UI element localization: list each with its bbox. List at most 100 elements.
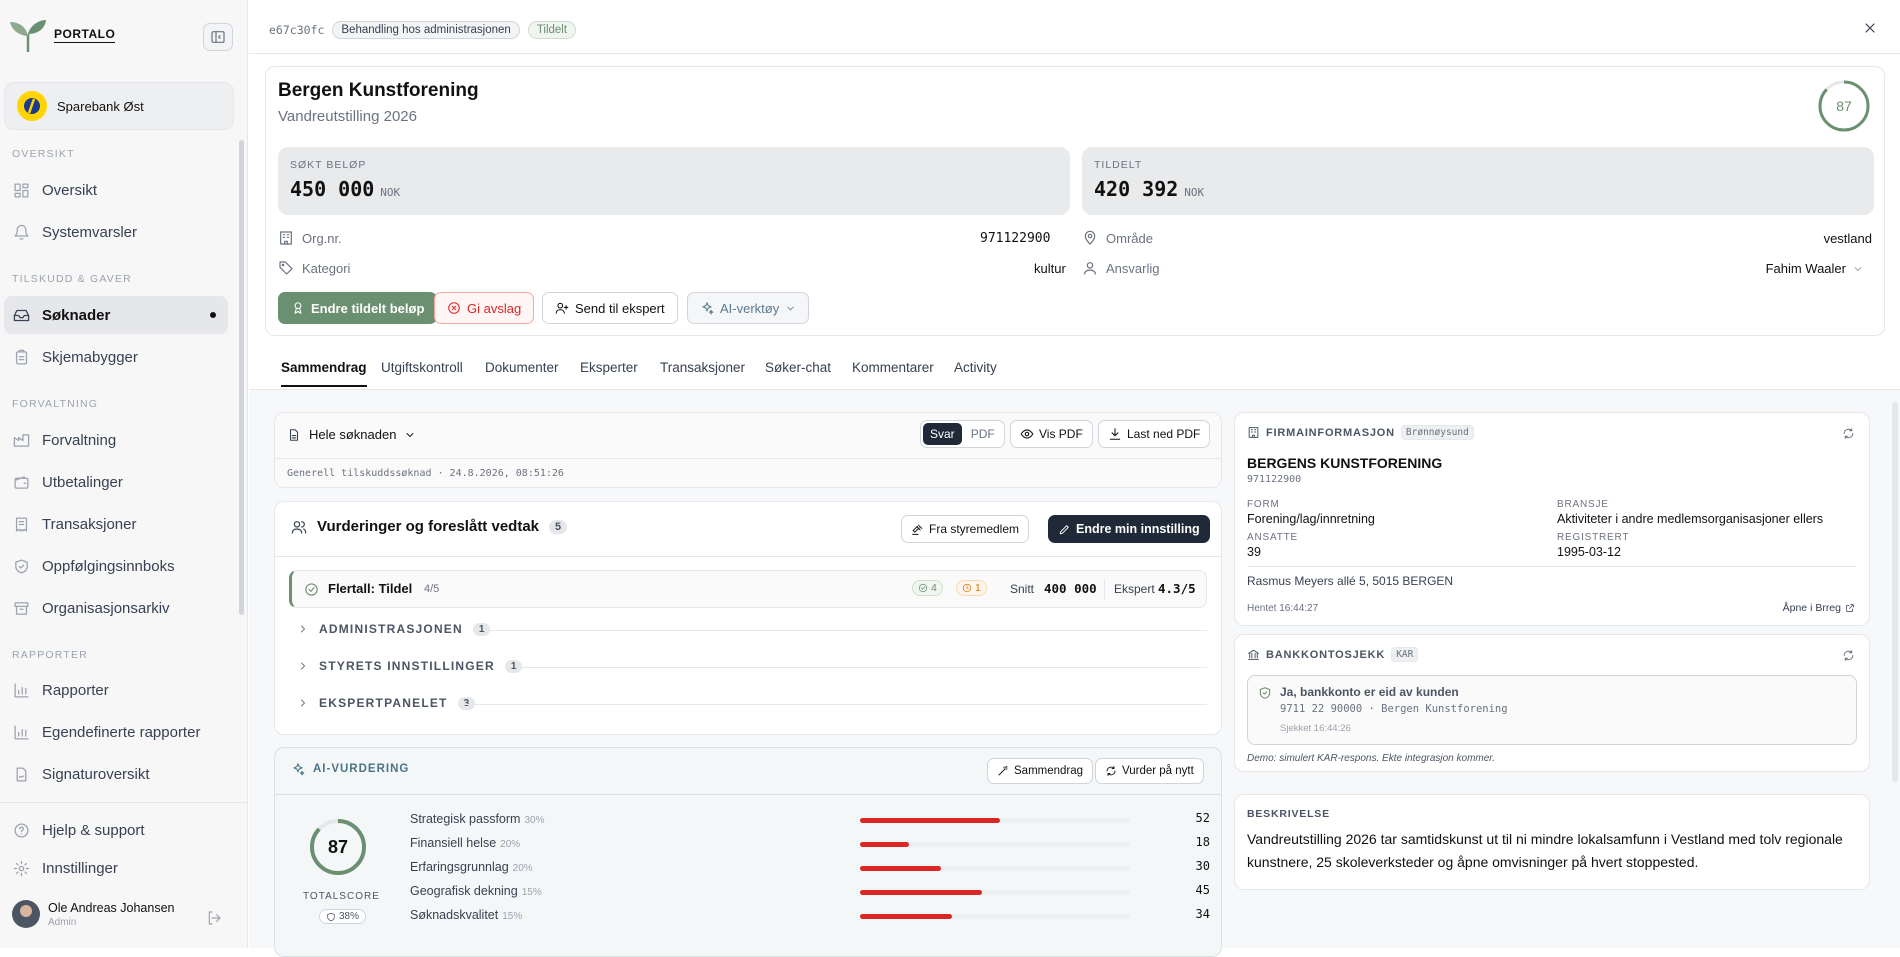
- download-pdf-button[interactable]: Last ned PDF: [1098, 420, 1211, 448]
- criterion-fill: [860, 842, 909, 847]
- sidebar-item-forvaltning[interactable]: Forvaltning: [4, 421, 228, 459]
- tab-activity[interactable]: Activity: [954, 360, 997, 375]
- criterion-value: 18: [1195, 835, 1210, 849]
- user-profile[interactable]: Ole Andreas Johansen Admin: [12, 900, 174, 928]
- inbox-icon: [13, 309, 30, 321]
- download-icon: [1109, 428, 1121, 440]
- content-scrollbar[interactable]: [1892, 402, 1898, 782]
- active-dot: [210, 312, 216, 318]
- section-ekspertpanelet[interactable]: EKSPERTPANELET 3: [297, 696, 476, 710]
- sidebar-item-label: Oversikt: [42, 181, 98, 199]
- change-amount-button[interactable]: Endre tildelt beløp: [278, 292, 438, 324]
- grid-icon: [14, 182, 29, 198]
- refresh-icon[interactable]: [1842, 649, 1855, 662]
- sidebar-item-label: Transaksjoner: [42, 515, 137, 533]
- from-board-member-button[interactable]: Fra styremedlem: [901, 515, 1030, 543]
- application-viewer: Hele søknaden Svar PDF Vis PDF Last ned …: [274, 412, 1222, 488]
- reject-button[interactable]: Gi avslag: [434, 292, 535, 324]
- mode-svar[interactable]: Svar: [923, 423, 962, 445]
- reassess-button[interactable]: Vurder på nytt: [1095, 758, 1204, 784]
- sidebar-item-signatur[interactable]: Signaturoversikt: [4, 755, 228, 793]
- criterion-name: Strategisk passform: [410, 812, 521, 826]
- source-badge: Brønnøysund: [1400, 425, 1474, 440]
- tab-dokumenter[interactable]: Dokumenter: [485, 360, 559, 375]
- sidebar-item-hjelp[interactable]: Hjelp & support: [4, 811, 228, 849]
- section-label: ADMINISTRASJONEN: [319, 622, 463, 636]
- sidebar-item-oppfolging[interactable]: Oppfølgingsinnboks: [4, 547, 228, 585]
- org-switcher[interactable]: Sparebank Øst: [4, 82, 234, 130]
- archive-icon: [14, 601, 29, 615]
- view-pdf-button[interactable]: Vis PDF: [1010, 420, 1093, 448]
- document-selector[interactable]: Hele søknaden: [287, 427, 416, 442]
- criterion-row: Søknadskvalitet 15% 34: [410, 907, 1210, 925]
- tab-utgiftskontroll[interactable]: Utgiftskontroll: [381, 360, 463, 375]
- sidebar-item-label: Utbetalinger: [42, 473, 123, 491]
- section-administrasjonen[interactable]: ADMINISTRASJONEN 1: [297, 622, 491, 636]
- link-label: Åpne i Brreg: [1782, 602, 1841, 614]
- clock-icon: [962, 583, 972, 593]
- change-my-recommendation-button[interactable]: Endre min innstilling: [1048, 515, 1210, 543]
- kategori-value: kultur: [1034, 261, 1066, 276]
- ansvarlig-select[interactable]: Fahim Waaler: [1766, 261, 1864, 276]
- company-address: Rasmus Meyers allé 5, 5015 BERGEN: [1247, 574, 1454, 588]
- omrade-row: Område: [1082, 230, 1153, 246]
- sidebar-item-innstillinger[interactable]: Innstillinger: [4, 849, 228, 887]
- sidebar-item-label: Forvaltning: [42, 431, 117, 449]
- sidebar-item-label: Rapporter: [42, 681, 109, 699]
- company-info-title: FIRMAINFORMASJON: [1266, 426, 1395, 439]
- gavel-icon: [912, 524, 923, 535]
- sidebar-item-systemvarsler[interactable]: Systemvarsler: [4, 213, 228, 251]
- assessments-panel: Vurderinger og foreslått vedtak 5 Fra st…: [274, 501, 1222, 735]
- shield-check-icon: [1259, 687, 1271, 699]
- sidebar-divider: [0, 802, 247, 803]
- granted-value: 420 392: [1094, 177, 1179, 201]
- criterion-fill: [860, 818, 1001, 823]
- sidebar-item-utbetalinger[interactable]: Utbetalinger: [4, 463, 228, 501]
- orgnr-row: Org.nr.: [278, 230, 342, 246]
- open-brreg-link[interactable]: Åpne i Brreg: [1783, 602, 1855, 614]
- building-icon: [1248, 427, 1259, 438]
- section-styret[interactable]: STYRETS INNSTILLINGER 1: [297, 659, 523, 673]
- tab-transaksjoner[interactable]: Transaksjoner: [660, 360, 745, 375]
- status-badge: Behandling hos administrasjonen: [332, 20, 520, 39]
- sidebar-item-soknader[interactable]: Søknader: [4, 296, 228, 334]
- mode-pdf[interactable]: PDF: [964, 423, 1002, 445]
- criterion-track: [860, 866, 1130, 871]
- wallet-icon: [14, 475, 29, 489]
- bank-result-box: Ja, bankkonto er eid av kunden 9711 22 9…: [1247, 675, 1857, 745]
- majority-label: Flertall: Tildel: [328, 581, 413, 596]
- approve-count-badge: 4: [912, 580, 943, 596]
- tab-kommentarer[interactable]: Kommentarer: [852, 360, 934, 375]
- sidebar-item-egendefinerte[interactable]: Egendefinerte rapporter: [4, 713, 228, 751]
- close-icon[interactable]: [1862, 20, 1878, 36]
- tab-sammendrag[interactable]: Sammendrag: [281, 360, 367, 387]
- sparkles-icon: [293, 763, 305, 776]
- form-label: FORM: [1247, 499, 1280, 510]
- logout-icon[interactable]: [206, 910, 222, 926]
- sidebar-item-oversikt[interactable]: Oversikt: [4, 171, 228, 209]
- user-role: Admin: [48, 916, 77, 928]
- ai-summary-button[interactable]: Sammendrag: [987, 758, 1094, 784]
- average-value: 400 000: [1044, 581, 1097, 596]
- total-score-ring: 87: [310, 819, 366, 875]
- collapse-sidebar-button[interactable]: [203, 23, 233, 51]
- tab-soker-chat[interactable]: Søker-chat: [765, 360, 831, 375]
- file-signature-icon: [16, 766, 27, 782]
- sidebar-scrollbar[interactable]: [239, 140, 244, 615]
- majority-summary[interactable]: Flertall: Tildel 4/5 4 1 Snitt 400 000 E…: [289, 570, 1207, 608]
- sidebar-item-label: Oppfølgingsinnboks: [42, 557, 175, 575]
- send-to-expert-button[interactable]: Send til ekspert: [542, 292, 678, 324]
- sidebar-item-rapporter[interactable]: Rapporter: [4, 671, 228, 709]
- sidebar-item-skjemabygger[interactable]: Skjemabygger: [4, 338, 228, 376]
- sidebar-item-arkiv[interactable]: Organisasjonsarkiv: [4, 589, 228, 627]
- sparkles-icon: [702, 302, 714, 315]
- sidebar-item-transaksjoner[interactable]: Transaksjoner: [4, 505, 228, 543]
- bank-account-detail: 9711 22 90000 · Bergen Kunstforening: [1280, 703, 1508, 715]
- refresh-icon[interactable]: [1842, 427, 1855, 440]
- tab-eksperter[interactable]: Eksperter: [580, 360, 638, 375]
- requested-label: SØKT BELØP: [290, 159, 367, 171]
- criterion-weight: 15%: [502, 911, 523, 922]
- button-label: Sammendrag: [1014, 765, 1084, 777]
- button-label: Gi avslag: [467, 300, 522, 316]
- ai-tools-button[interactable]: AI-verktøy: [687, 292, 810, 324]
